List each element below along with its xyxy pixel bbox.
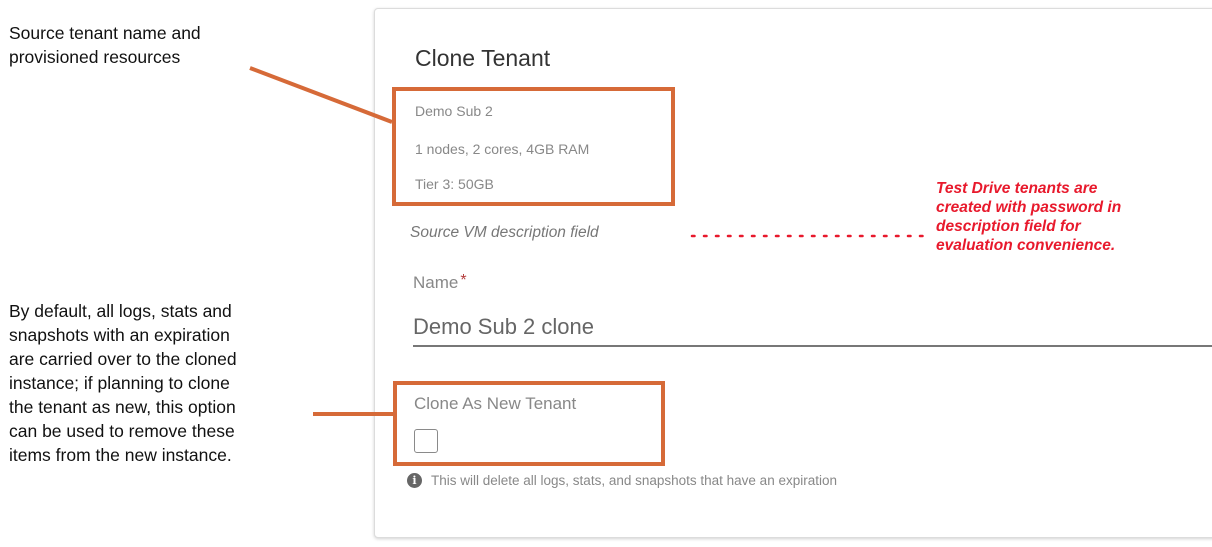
note-line: description field for (936, 218, 1081, 235)
connector-overlay (249, 66, 927, 416)
test-drive-note: Test Drive tenants are created with pass… (936, 179, 1121, 255)
note-line: Test Drive tenants are (936, 180, 1098, 197)
source-connector-line (249, 66, 393, 124)
note-line: evaluation convenience. (936, 237, 1116, 254)
note-line: created with password in (936, 199, 1122, 216)
